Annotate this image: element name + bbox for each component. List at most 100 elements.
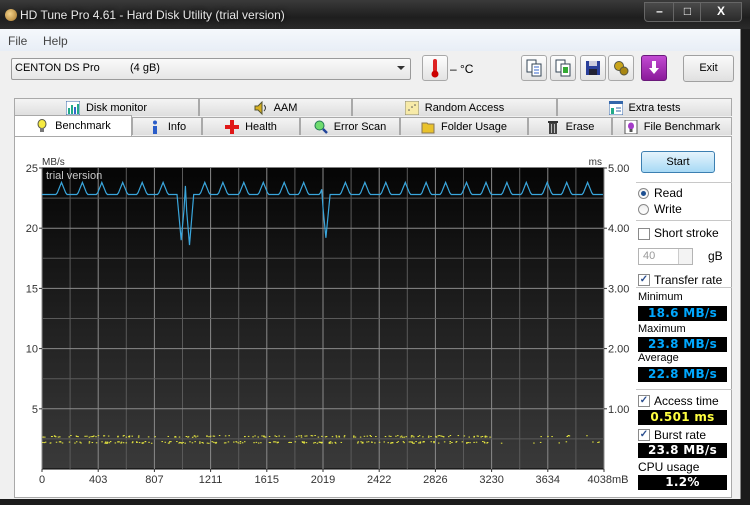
transfer-rate-checkbox[interactable]: ✓ xyxy=(638,274,650,286)
menu-help[interactable]: Help xyxy=(43,34,68,48)
access-time-point xyxy=(167,435,170,437)
tab-label: Health xyxy=(245,120,277,133)
tab-folder-usage[interactable]: Folder Usage xyxy=(400,117,528,135)
menu-file[interactable]: File xyxy=(8,34,27,48)
access-time-point xyxy=(305,442,308,444)
access-time-point xyxy=(401,436,404,438)
read-radio[interactable] xyxy=(638,188,649,199)
tab-label: AAM xyxy=(273,101,298,114)
access-time-point xyxy=(178,436,181,438)
access-time-point xyxy=(486,441,489,443)
temperature-button[interactable] xyxy=(422,55,448,81)
access-time-point xyxy=(466,442,468,444)
access-time-point xyxy=(253,442,255,444)
short-stroke-stepper[interactable]: 40 xyxy=(638,248,693,265)
access-time-point xyxy=(148,441,150,443)
access-time-point xyxy=(196,435,199,437)
tab-health[interactable]: Health xyxy=(202,117,300,135)
access-time-point xyxy=(489,436,491,438)
speaker-icon xyxy=(254,100,266,115)
copy-text-button[interactable] xyxy=(521,55,547,81)
access-time-point xyxy=(304,435,306,437)
access-time-point xyxy=(114,442,117,444)
access-time-point xyxy=(410,435,413,437)
access-time-point xyxy=(303,442,305,444)
access-time-point xyxy=(430,436,432,438)
access-time-point xyxy=(137,436,140,438)
access-time-point xyxy=(55,441,58,443)
tab-erase[interactable]: Erase xyxy=(528,117,612,135)
options-button[interactable] xyxy=(608,55,634,81)
tab-extra-tests[interactable]: Extra tests xyxy=(557,98,732,116)
average-label: Average xyxy=(638,352,679,364)
access-time-point xyxy=(314,442,316,444)
access-time-point xyxy=(257,442,260,444)
access-time-point xyxy=(369,435,372,437)
access-time-point xyxy=(567,435,570,437)
minimize-button[interactable]: – xyxy=(644,2,675,22)
access-time-point xyxy=(403,436,406,438)
download-button[interactable] xyxy=(641,55,667,81)
access-time-point xyxy=(42,436,45,438)
burst-rate-label: Burst rate xyxy=(654,428,707,442)
access-time-point xyxy=(311,435,314,437)
tab-aam[interactable]: AAM xyxy=(199,98,352,116)
tab-label: Folder Usage xyxy=(440,120,508,133)
access-time-point xyxy=(300,435,303,437)
access-time-point xyxy=(419,442,422,444)
access-time-point xyxy=(239,442,242,444)
access-time-point xyxy=(463,435,466,437)
access-time-point xyxy=(74,442,76,444)
tab-benchmark[interactable]: Benchmark xyxy=(14,115,132,136)
write-radio[interactable] xyxy=(638,204,649,215)
access-time-point xyxy=(224,435,227,437)
access-time-point xyxy=(413,436,415,438)
access-time-point xyxy=(147,436,150,438)
access-time-checkbox[interactable]: ✓ xyxy=(638,395,650,407)
access-time-point xyxy=(132,441,134,443)
copy-screenshot-icon xyxy=(555,59,571,77)
access-time-point xyxy=(340,441,343,443)
access-time-point xyxy=(435,435,437,437)
read-label: Read xyxy=(654,186,683,200)
access-time-point xyxy=(138,435,140,437)
tab-disk-monitor[interactable]: Disk monitor xyxy=(14,98,199,116)
y2-tick-label: 3.00 xyxy=(608,283,629,295)
burst-rate-checkbox[interactable]: ✓ xyxy=(638,429,650,441)
extra-tests-icon xyxy=(608,100,623,115)
start-button[interactable]: Start xyxy=(641,151,715,173)
exit-button[interactable]: Exit xyxy=(683,55,734,82)
stepper-arrows-icon[interactable] xyxy=(678,249,692,264)
tab-label: Benchmark xyxy=(55,120,111,132)
access-time-point xyxy=(208,436,210,438)
access-time-point xyxy=(206,442,209,444)
access-time-point xyxy=(243,436,246,438)
close-button[interactable]: X xyxy=(700,2,742,22)
maximize-button[interactable]: □ xyxy=(673,2,702,22)
access-time-point xyxy=(402,441,405,443)
access-time-point xyxy=(418,435,421,437)
access-time-point xyxy=(558,442,560,444)
access-time-point xyxy=(317,436,320,438)
access-time-point xyxy=(104,442,106,444)
access-time-point xyxy=(433,442,435,444)
tab-info[interactable]: Info xyxy=(132,117,202,135)
access-time-point xyxy=(161,441,163,443)
access-time-point xyxy=(144,441,147,443)
access-time-point xyxy=(128,436,130,438)
short-stroke-checkbox[interactable] xyxy=(638,228,650,240)
access-time-point xyxy=(104,441,107,443)
access-time-point xyxy=(357,441,360,443)
tab-file-benchmark[interactable]: File Benchmark xyxy=(612,117,732,135)
save-button[interactable] xyxy=(580,55,606,81)
tab-random-access[interactable]: Random Access xyxy=(352,98,557,116)
access-time-point xyxy=(319,442,322,444)
access-time-point xyxy=(136,441,138,443)
access-time-point xyxy=(405,436,408,438)
drive-select[interactable]: CENTON DS Pro (4 gB) xyxy=(11,58,411,80)
copy-screenshot-button[interactable] xyxy=(550,55,576,81)
tab-error-scan[interactable]: Error Scan xyxy=(300,117,400,135)
access-time-point xyxy=(61,442,64,444)
access-time-point xyxy=(411,441,414,443)
separator xyxy=(636,220,732,221)
